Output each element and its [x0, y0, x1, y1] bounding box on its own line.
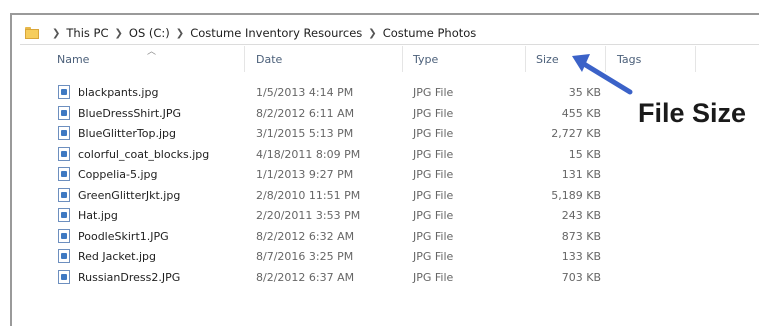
- chevron-right-icon[interactable]: ❯: [368, 28, 376, 39]
- jpg-file-icon: [58, 146, 70, 161]
- file-date: 2/20/2011 3:53 PM: [256, 209, 361, 222]
- file-row[interactable]: colorful_coat_blocks.jpg 4/18/2011 8:09 P…: [45, 144, 605, 165]
- file-row[interactable]: blackpants.jpg 1/5/2013 4:14 PM JPG File 35…: [45, 82, 605, 103]
- jpg-file-icon: [58, 105, 70, 120]
- file-row[interactable]: BlueGlitterTop.jpg 3/1/2015 5:13 PM JPG Fi…: [45, 123, 605, 144]
- file-type: JPG File: [413, 86, 454, 99]
- file-name: blackpants.jpg: [78, 86, 159, 99]
- file-row[interactable]: Red Jacket.jpg 8/7/2016 3:25 PM JPG File 13…: [45, 246, 605, 267]
- file-name: GreenGlitterJkt.jpg: [78, 188, 181, 202]
- file-size: 703 KB: [561, 270, 601, 284]
- file-type: JPG File: [413, 250, 454, 263]
- file-name: Coppelia-5.jpg: [78, 168, 158, 181]
- column-header-date[interactable]: Date: [256, 53, 282, 66]
- file-row[interactable]: Hat.jpg 2/20/2011 3:53 PM JPG File 243 KB: [45, 205, 605, 226]
- file-size: 5,189 KB: [551, 188, 601, 202]
- sort-ascending-icon: ︿: [147, 47, 157, 57]
- file-size: 455 KB: [561, 106, 601, 120]
- file-name: BlueGlitterTop.jpg: [78, 127, 176, 140]
- file-name: colorful_coat_blocks.jpg: [78, 147, 210, 161]
- column-divider[interactable]: [244, 46, 245, 72]
- file-date: 8/2/2012 6:32 AM: [256, 229, 355, 243]
- file-row[interactable]: PoodleSkirt1.JPG 8/2/2012 6:32 AM JPG File…: [45, 226, 605, 247]
- jpg-file-icon: [58, 228, 70, 243]
- file-date: 2/8/2010 11:51 PM: [256, 188, 361, 202]
- file-type: JPG File: [413, 127, 454, 140]
- jpg-file-icon: [58, 187, 70, 202]
- jpg-file-icon: [58, 85, 70, 99]
- file-row[interactable]: GreenGlitterJkt.jpg 2/8/2010 11:51 PM JPG …: [45, 185, 605, 206]
- address-bar[interactable]: ❯ This PC ❯ OS (C:) ❯ Costume Inventory …: [20, 22, 759, 45]
- file-name: BlueDressShirt.JPG: [78, 106, 182, 120]
- file-type: JPG File: [413, 188, 454, 202]
- chevron-right-icon[interactable]: ❯: [115, 28, 123, 39]
- breadcrumb-costume-photos[interactable]: Costume Photos: [383, 26, 477, 40]
- file-date: 8/2/2012 6:37 AM: [256, 270, 355, 284]
- breadcrumb-costume-inventory[interactable]: Costume Inventory Resources: [190, 26, 362, 40]
- column-divider[interactable]: [525, 46, 526, 72]
- folder-icon: [25, 27, 40, 39]
- annotation-label: File Size: [638, 98, 747, 128]
- column-header-size[interactable]: Size: [536, 53, 559, 66]
- file-type: JPG File: [413, 209, 454, 222]
- column-header-type[interactable]: Type: [413, 53, 438, 66]
- jpg-file-icon: [58, 126, 70, 140]
- file-row[interactable]: RussianDress2.JPG 8/2/2012 6:37 AM JPG Fil…: [45, 267, 605, 288]
- file-list: blackpants.jpg 1/5/2013 4:14 PM JPG File 35…: [45, 82, 605, 287]
- jpg-file-icon: [58, 269, 70, 284]
- file-size: 243 KB: [561, 209, 601, 222]
- file-type: JPG File: [413, 106, 454, 120]
- file-type: JPG File: [413, 229, 454, 243]
- breadcrumb-os-drive[interactable]: OS (C:): [129, 26, 170, 40]
- column-divider[interactable]: [695, 46, 696, 72]
- file-type: JPG File: [413, 147, 454, 161]
- file-name: Hat.jpg: [78, 209, 118, 222]
- file-size: 873 KB: [561, 229, 601, 243]
- file-name: RussianDress2.JPG: [78, 270, 181, 284]
- file-row[interactable]: Coppelia-5.jpg 1/1/2013 9:27 PM JPG File 13…: [45, 164, 605, 185]
- column-header-name[interactable]: Name: [57, 53, 89, 66]
- file-type: JPG File: [413, 270, 454, 284]
- file-name: PoodleSkirt1.JPG: [78, 229, 169, 243]
- column-divider[interactable]: [402, 46, 403, 72]
- jpg-file-icon: [58, 249, 70, 263]
- breadcrumb-this-pc[interactable]: This PC: [66, 26, 108, 40]
- file-size: 131 KB: [561, 168, 601, 181]
- file-size: 15 KB: [568, 147, 601, 161]
- chevron-right-icon[interactable]: ❯: [176, 28, 184, 39]
- chevron-right-icon[interactable]: ❯: [52, 28, 60, 39]
- file-date: 3/1/2015 5:13 PM: [256, 127, 354, 140]
- file-size: 133 KB: [561, 250, 601, 263]
- file-date: 8/7/2016 3:25 PM: [256, 250, 354, 263]
- annotation-arrow-icon: [572, 54, 633, 95]
- jpg-file-icon: [58, 167, 70, 181]
- file-name: Red Jacket.jpg: [78, 250, 157, 263]
- file-size: 2,727 KB: [551, 127, 601, 140]
- file-date: 8/2/2012 6:11 AM: [256, 106, 355, 120]
- file-row[interactable]: BlueDressShirt.JPG 8/2/2012 6:11 AM JPG Fi…: [45, 103, 605, 124]
- file-date: 4/18/2011 8:09 PM: [256, 147, 361, 161]
- file-date: 1/1/2013 9:27 PM: [256, 168, 354, 181]
- file-type: JPG File: [413, 168, 454, 181]
- column-header-row: ︿ Name Date Type Size Tags: [45, 46, 745, 72]
- jpg-file-icon: [58, 208, 70, 222]
- file-date: 1/5/2013 4:14 PM: [256, 86, 354, 99]
